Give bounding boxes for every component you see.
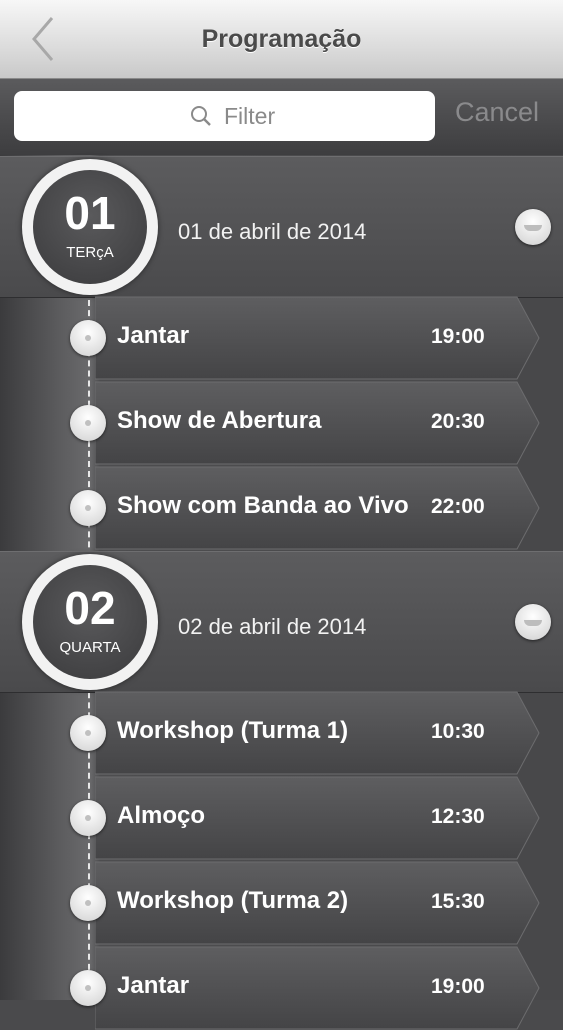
event-name: Jantar: [117, 972, 190, 999]
event-row[interactable]: Show com Banda ao Vivo 22:00: [0, 466, 563, 550]
event-dot-icon: [70, 800, 106, 836]
day-weekday: QUARTA: [59, 639, 121, 656]
event-name: Almoço: [117, 802, 206, 829]
day-badge: 01 TERçA: [22, 159, 158, 295]
event-time: 19:00: [431, 975, 485, 998]
collapse-toggle-icon[interactable]: [515, 209, 551, 245]
event-time: 19:00: [431, 325, 485, 348]
day-number: 01: [64, 187, 116, 239]
event-row[interactable]: Almoço 12:30: [0, 776, 563, 860]
day-number: 02: [64, 582, 116, 634]
day-date: 01 de abril de 2014: [178, 219, 367, 244]
event-row[interactable]: Show de Abertura 20:30: [0, 381, 563, 465]
event-name: Show com Banda ao Vivo: [117, 492, 409, 519]
event-dot-icon: [70, 885, 106, 921]
event-row[interactable]: Jantar 19:00: [0, 946, 563, 1030]
day-header[interactable]: 01 TERçA 01 de abril de 2014: [0, 156, 563, 298]
search-icon: [191, 106, 211, 126]
day-header[interactable]: 02 QUARTA 02 de abril de 2014: [0, 551, 563, 693]
search-field[interactable]: [14, 91, 435, 141]
search-bar: Cancel: [0, 79, 563, 155]
day-date: 02 de abril de 2014: [178, 614, 367, 639]
event-name: Workshop (Turma 2): [117, 887, 349, 914]
event-dot-icon: [70, 970, 106, 1006]
event-time: 20:30: [431, 410, 485, 433]
event-dot-icon: [70, 320, 106, 356]
event-dot-icon: [70, 405, 106, 441]
event-time: 10:30: [431, 720, 485, 743]
event-time: 22:00: [431, 495, 485, 518]
day-badge: 02 QUARTA: [22, 554, 158, 690]
page-title: Programação: [201, 25, 362, 53]
day-weekday: TERçA: [66, 244, 114, 261]
event-name: Jantar: [117, 322, 190, 349]
event-name: Show de Abertura: [117, 407, 322, 434]
event-name: Workshop (Turma 1): [117, 717, 349, 744]
event-row[interactable]: Workshop (Turma 1) 10:30: [0, 691, 563, 775]
event-time: 12:30: [431, 805, 485, 828]
search-input[interactable]: [224, 103, 424, 129]
event-time: 15:30: [431, 890, 485, 913]
collapse-toggle-icon[interactable]: [515, 604, 551, 640]
cancel-button[interactable]: Cancel: [455, 97, 539, 128]
event-row[interactable]: Workshop (Turma 2) 15:30: [0, 861, 563, 945]
event-dot-icon: [70, 715, 106, 751]
nav-bar: Programação: [0, 0, 563, 79]
event-row[interactable]: Jantar 19:00: [0, 296, 563, 380]
event-dot-icon: [70, 490, 106, 526]
